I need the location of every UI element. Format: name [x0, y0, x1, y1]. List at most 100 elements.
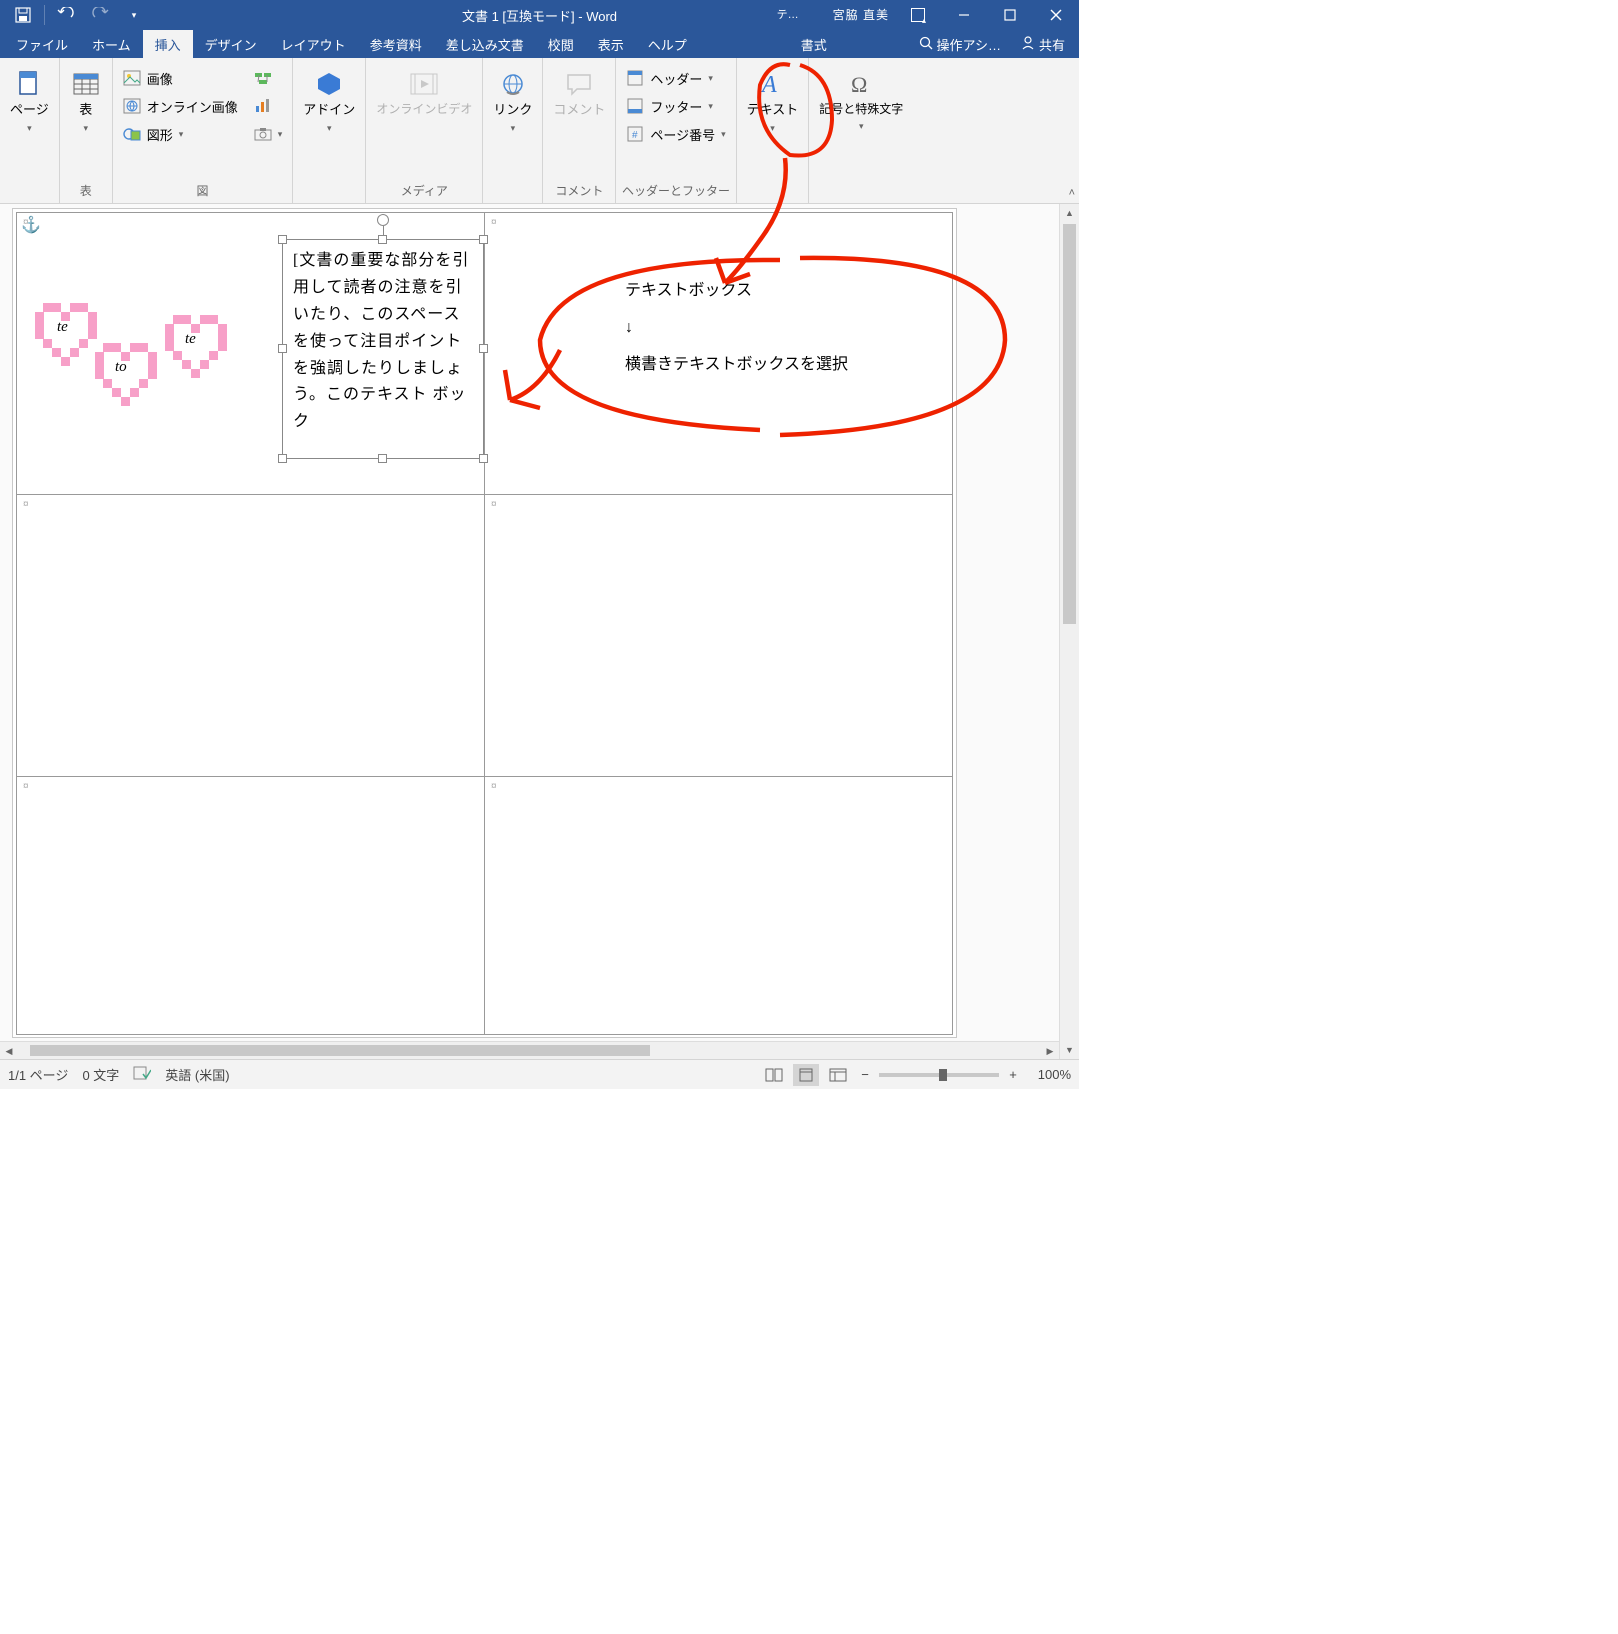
- svg-text:#: #: [632, 130, 638, 141]
- redo-button[interactable]: [83, 1, 117, 29]
- tab-help[interactable]: ヘルプ: [636, 30, 699, 58]
- qat-customize[interactable]: ▾: [117, 1, 151, 29]
- header-icon: [626, 69, 644, 87]
- shapes-button[interactable]: 図形 ▾: [117, 120, 244, 148]
- language-indicator[interactable]: 英語 (米国): [165, 1065, 229, 1084]
- cell-3-2[interactable]: ¤: [485, 777, 953, 1035]
- undo-button[interactable]: [49, 1, 83, 29]
- zoom-level[interactable]: 100%: [1027, 1067, 1071, 1082]
- scroll-down[interactable]: ▼: [1060, 1041, 1079, 1059]
- word-count[interactable]: 0 文字: [82, 1065, 119, 1084]
- group-header-footer: ヘッダー ▾ フッター ▾ # ページ番号 ▾ ヘッダーとフッター: [616, 58, 736, 203]
- tab-view[interactable]: 表示: [586, 30, 636, 58]
- zoom-slider[interactable]: [879, 1073, 999, 1077]
- minimize-button[interactable]: [941, 0, 987, 30]
- tell-me-placeholder: 操作アシ…: [937, 35, 1001, 54]
- table-button[interactable]: 表▾: [64, 64, 108, 140]
- online-image-icon: [123, 97, 141, 115]
- rotate-handle[interactable]: [377, 214, 389, 226]
- print-layout-view[interactable]: [793, 1064, 819, 1086]
- header-button[interactable]: ヘッダー ▾: [620, 64, 731, 92]
- spellcheck-icon[interactable]: [133, 1065, 151, 1084]
- pagenum-icon: #: [626, 125, 644, 143]
- image-button[interactable]: 画像: [117, 64, 244, 92]
- text-button[interactable]: A テキスト▾: [741, 64, 805, 140]
- save-button[interactable]: [6, 1, 40, 29]
- page-icon: [13, 68, 45, 100]
- tell-me-search[interactable]: 操作アシ…: [913, 35, 1007, 54]
- scroll-left[interactable]: ◀: [0, 1042, 18, 1059]
- comment-button: コメント: [547, 64, 611, 123]
- screenshot-button[interactable]: ▾: [248, 120, 289, 148]
- scroll-right[interactable]: ▶: [1041, 1042, 1059, 1059]
- tab-format[interactable]: 書式: [789, 30, 839, 58]
- resize-handle-bm[interactable]: [378, 454, 387, 463]
- addins-button[interactable]: アドイン▾: [297, 64, 361, 140]
- tab-design[interactable]: デザイン: [193, 30, 269, 58]
- links-button[interactable]: リンク▾: [487, 64, 538, 140]
- tab-home[interactable]: ホーム: [80, 30, 143, 58]
- comment-icon: [563, 68, 595, 100]
- search-icon: [919, 36, 933, 53]
- tab-layout[interactable]: レイアウト: [269, 30, 358, 58]
- group-pages: ページ▾: [0, 58, 60, 203]
- symbols-button[interactable]: Ω 記号と特殊文字▾: [813, 64, 909, 137]
- status-bar: 1/1 ページ 0 文字 英語 (米国) − + 100%: [0, 1059, 1079, 1089]
- cell-1-2[interactable]: ¤ テキストボックス ↓ 横書きテキストボックスを選択: [485, 213, 953, 495]
- scroll-up[interactable]: ▲: [1060, 204, 1079, 222]
- online-image-button[interactable]: オンライン画像: [117, 92, 244, 120]
- vertical-scrollbar[interactable]: ▲ ▼: [1059, 204, 1079, 1059]
- read-mode-view[interactable]: [761, 1064, 787, 1086]
- smartart-icon: [254, 69, 272, 87]
- resize-handle-tl[interactable]: [278, 235, 287, 244]
- collapse-ribbon[interactable]: ˄: [1069, 187, 1075, 199]
- user-name: 宮脇 直美: [827, 0, 895, 30]
- maximize-button[interactable]: [987, 0, 1033, 30]
- vscroll-thumb[interactable]: [1063, 224, 1076, 624]
- hscroll-thumb[interactable]: [30, 1045, 650, 1056]
- group-symbols: Ω 記号と特殊文字▾: [809, 58, 913, 203]
- tab-references[interactable]: 参考資料: [358, 30, 434, 58]
- web-layout-view[interactable]: [825, 1064, 851, 1086]
- contextual-tab-label: テ…: [749, 0, 827, 30]
- tab-mailings[interactable]: 差し込み文書: [434, 30, 536, 58]
- video-icon: [408, 68, 440, 100]
- chart-icon: [254, 97, 272, 115]
- ribbon: ページ▾ 表▾ 表 画像 オンライン画像: [0, 58, 1079, 204]
- group-addins: アドイン▾: [293, 58, 366, 203]
- tab-review[interactable]: 校閲: [536, 30, 586, 58]
- tab-file[interactable]: ファイル: [4, 30, 80, 58]
- ribbon-display-options[interactable]: ▴: [895, 0, 941, 30]
- addin-icon: [313, 68, 345, 100]
- resize-handle-bl[interactable]: [278, 454, 287, 463]
- document-area[interactable]: ⚓ ¤ te: [0, 204, 1059, 1059]
- page-indicator[interactable]: 1/1 ページ: [8, 1065, 68, 1084]
- hearts-art: te to: [35, 303, 265, 423]
- footer-button[interactable]: フッター ▾: [620, 92, 731, 120]
- person-icon: [1021, 36, 1035, 53]
- shapes-icon: [123, 125, 141, 143]
- cell-2-1[interactable]: ¤: [17, 495, 485, 777]
- chart-button[interactable]: [248, 92, 289, 120]
- page: ⚓ ¤ te: [12, 208, 957, 1038]
- image-icon: [123, 69, 141, 87]
- pages-button[interactable]: ページ▾: [4, 64, 55, 140]
- share-button[interactable]: 共有: [1015, 35, 1071, 54]
- close-button[interactable]: [1033, 0, 1079, 30]
- tab-insert[interactable]: 挿入: [143, 30, 193, 58]
- zoom-out[interactable]: −: [857, 1067, 873, 1082]
- page-number-button[interactable]: # ページ番号 ▾: [620, 120, 731, 148]
- horizontal-scrollbar[interactable]: ◀ ▶: [0, 1041, 1059, 1059]
- resize-handle-ml[interactable]: [278, 344, 287, 353]
- resize-handle-tm[interactable]: [378, 235, 387, 244]
- table-icon: [70, 68, 102, 100]
- online-video-button: オンラインビデオ: [370, 64, 478, 122]
- zoom-in[interactable]: +: [1005, 1067, 1021, 1082]
- cell-1-1[interactable]: ¤ te: [17, 213, 485, 495]
- textbox[interactable]: [文書の重要な部分を引用して読者の注意を引いたり、このスペースを使って注目ポイン…: [282, 239, 484, 459]
- cell-2-2[interactable]: ¤: [485, 495, 953, 777]
- smartart-button[interactable]: [248, 64, 289, 92]
- quick-access-toolbar: ▾: [0, 1, 151, 29]
- cell-3-1[interactable]: ¤: [17, 777, 485, 1035]
- link-icon: [497, 68, 529, 100]
